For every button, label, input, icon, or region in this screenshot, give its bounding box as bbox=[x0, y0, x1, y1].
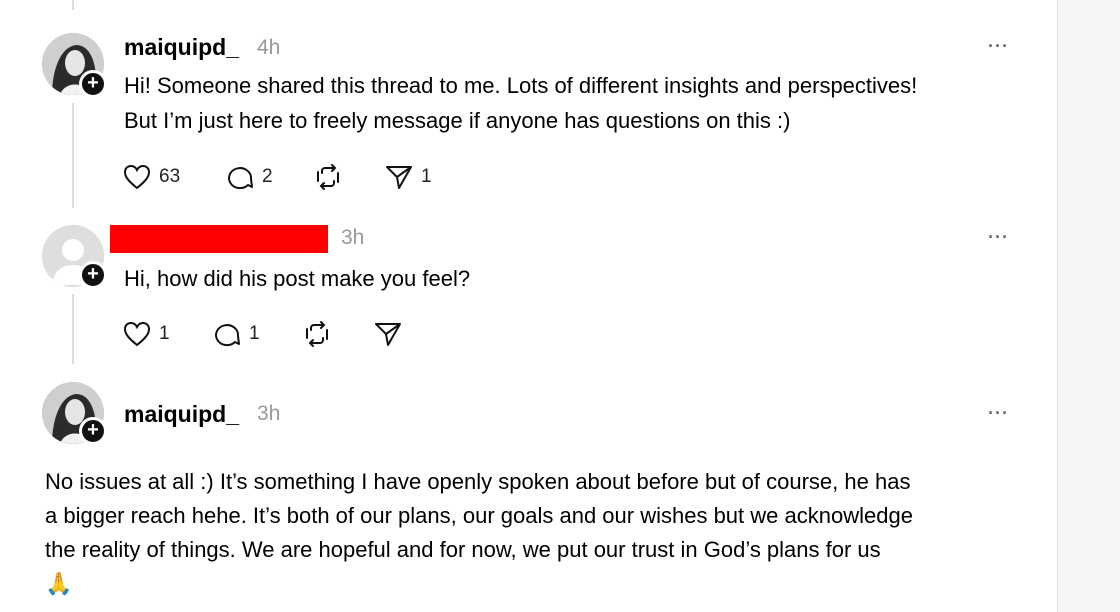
emoji: 🙏 bbox=[45, 571, 73, 596]
comment-icon bbox=[228, 167, 253, 190]
post-text: Hi, how did his post make you feel? bbox=[124, 261, 470, 296]
reply-count: 2 bbox=[262, 166, 273, 187]
post-text: Hi! Someone shared this thread to me. Lo… bbox=[124, 68, 917, 138]
post-text-line: Hi, how did his post make you feel? bbox=[124, 266, 471, 291]
share-button[interactable]: 1 bbox=[385, 164, 432, 190]
thread-panel: + maiquipd_ 4h ··· Hi! Someone shared th… bbox=[0, 0, 1058, 612]
thread-connector bbox=[72, 294, 74, 364]
more-icon[interactable]: ··· bbox=[988, 227, 1009, 248]
post-text-line: a bigger reach hehe. It’s both of our pl… bbox=[45, 503, 913, 528]
redacted-username bbox=[110, 225, 328, 253]
comment-icon bbox=[215, 324, 240, 347]
reply-button[interactable]: 2 bbox=[226, 164, 273, 190]
send-icon bbox=[386, 166, 412, 189]
username[interactable]: maiquipd_ bbox=[124, 34, 239, 61]
repost-button[interactable] bbox=[303, 321, 331, 347]
post-text-line: But I’m just here to freely message if a… bbox=[124, 108, 791, 133]
reply-button[interactable]: 1 bbox=[213, 321, 260, 347]
post-text-line: No issues at all :) It’s something I hav… bbox=[45, 469, 911, 494]
post-text-line: the reality of things. We are hopeful an… bbox=[45, 537, 881, 562]
share-button[interactable] bbox=[374, 321, 402, 347]
timestamp: 3h bbox=[341, 226, 365, 249]
like-count: 1 bbox=[159, 323, 170, 344]
more-icon[interactable]: ··· bbox=[988, 36, 1009, 57]
repost-button[interactable] bbox=[314, 164, 342, 190]
send-icon bbox=[375, 323, 401, 346]
follow-plus-icon[interactable]: + bbox=[79, 70, 107, 98]
repost-icon bbox=[306, 321, 328, 347]
like-button[interactable]: 63 bbox=[123, 164, 180, 190]
follow-plus-icon[interactable]: + bbox=[79, 417, 107, 445]
follow-plus-icon[interactable]: + bbox=[79, 261, 107, 289]
like-count: 63 bbox=[159, 166, 181, 187]
repost-icon bbox=[317, 164, 339, 190]
thread-connector bbox=[72, 103, 74, 208]
post-text-line: Hi! Someone shared this thread to me. Lo… bbox=[124, 73, 918, 98]
thread-connector bbox=[72, 0, 74, 10]
like-button[interactable]: 1 bbox=[123, 321, 170, 347]
more-icon[interactable]: ··· bbox=[988, 403, 1009, 424]
timestamp: 3h bbox=[257, 402, 281, 425]
username[interactable]: maiquipd_ bbox=[124, 401, 239, 428]
heart-icon bbox=[123, 321, 151, 347]
reply-count: 1 bbox=[249, 323, 260, 344]
heart-icon bbox=[123, 164, 151, 190]
share-count: 1 bbox=[421, 166, 432, 187]
post-text: No issues at all :) It’s something I hav… bbox=[45, 465, 913, 601]
timestamp: 4h bbox=[257, 36, 281, 59]
